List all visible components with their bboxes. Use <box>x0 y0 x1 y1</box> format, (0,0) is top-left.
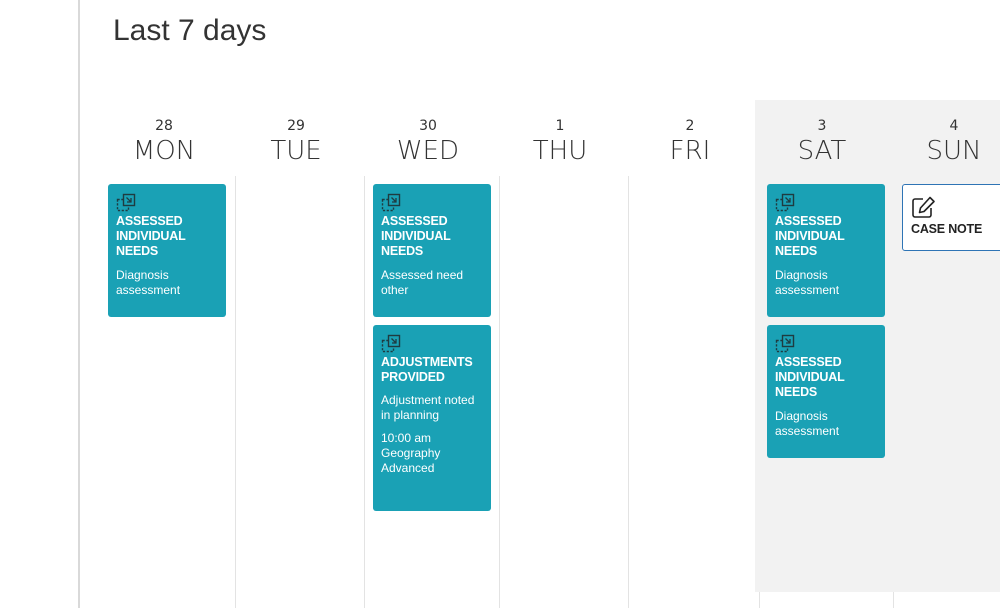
event-description: Diagnosis assessment <box>775 268 840 297</box>
event-description: Diagnosis assessment <box>116 268 181 297</box>
column-divider <box>235 176 236 608</box>
day-number: 28 <box>155 118 173 134</box>
event-card[interactable]: ASSESSED INDIVIDUAL NEEDS Diagnosis asse… <box>108 184 226 317</box>
column-divider <box>364 176 365 608</box>
day-name: MON <box>132 136 196 166</box>
day-number: 3 <box>817 118 827 134</box>
event-card[interactable]: ASSESSED INDIVIDUAL NEEDS Diagnosis asse… <box>767 325 885 458</box>
event-card[interactable]: ASSESSED INDIVIDUAL NEEDS Diagnosis asse… <box>767 184 885 317</box>
day-number: 30 <box>419 118 437 134</box>
event-card[interactable]: ASSESSED INDIVIDUAL NEEDS Assessed need … <box>373 184 491 317</box>
left-divider <box>78 0 80 608</box>
day-column-tue: 29 TUE <box>232 100 360 608</box>
page-title: Last 7 days <box>113 14 267 47</box>
external-link-icon <box>116 193 138 213</box>
day-header: 1 THU <box>496 100 624 176</box>
external-link-icon <box>775 334 797 354</box>
day-number: 29 <box>287 118 305 134</box>
day-name: TUE <box>270 136 322 166</box>
event-card[interactable]: ADJUSTMENTS PROVIDED Adjustment noted in… <box>373 325 491 511</box>
day-header: 29 TUE <box>232 100 360 176</box>
day-number: 1 <box>555 118 565 134</box>
day-header: 2 FRI <box>626 100 754 176</box>
column-divider <box>893 592 894 608</box>
day-name: SUN <box>926 136 982 166</box>
event-description: Adjustment noted in planning <box>381 393 475 422</box>
day-name: SAT <box>797 136 847 166</box>
day-column-thu: 1 THU <box>496 100 624 608</box>
day-number: 4 <box>949 118 959 134</box>
event-title: ASSESSED INDIVIDUAL NEEDS <box>775 355 845 399</box>
day-column-sun: 4 SUN <box>890 100 1000 608</box>
case-note-card[interactable]: CASE NOTE <box>902 184 1000 251</box>
event-title: ASSESSED INDIVIDUAL NEEDS <box>381 214 451 258</box>
day-column-fri: 2 FRI <box>626 100 754 608</box>
external-link-icon <box>381 193 403 213</box>
day-name: WED <box>396 136 460 166</box>
event-time-class: 10:00 am Geography Advanced <box>381 431 441 475</box>
day-header: 3 SAT <box>758 100 886 176</box>
day-header: 28 MON <box>100 100 228 176</box>
external-link-icon <box>381 334 403 354</box>
event-title: CASE NOTE <box>911 222 983 236</box>
event-title: ASSESSED INDIVIDUAL NEEDS <box>775 214 845 258</box>
external-link-icon <box>775 193 797 213</box>
day-name: FRI <box>669 136 711 166</box>
edit-note-icon <box>911 195 937 219</box>
event-description: Diagnosis assessment <box>775 409 840 438</box>
column-divider <box>499 176 500 608</box>
day-column-mon: 28 MON <box>100 100 228 608</box>
day-header: 30 WED <box>364 100 492 176</box>
day-header: 4 SUN <box>890 100 1000 176</box>
event-title: ASSESSED INDIVIDUAL NEEDS <box>116 214 186 258</box>
day-number: 2 <box>685 118 695 134</box>
calendar-page: Last 7 days 28 MON 29 TUE 30 WED 1 THU 2… <box>0 0 1000 608</box>
event-description: Assessed need other <box>381 268 464 297</box>
column-divider <box>628 176 629 608</box>
day-name: THU <box>532 136 588 166</box>
event-title: ADJUSTMENTS PROVIDED <box>381 355 473 384</box>
column-divider <box>759 592 760 608</box>
